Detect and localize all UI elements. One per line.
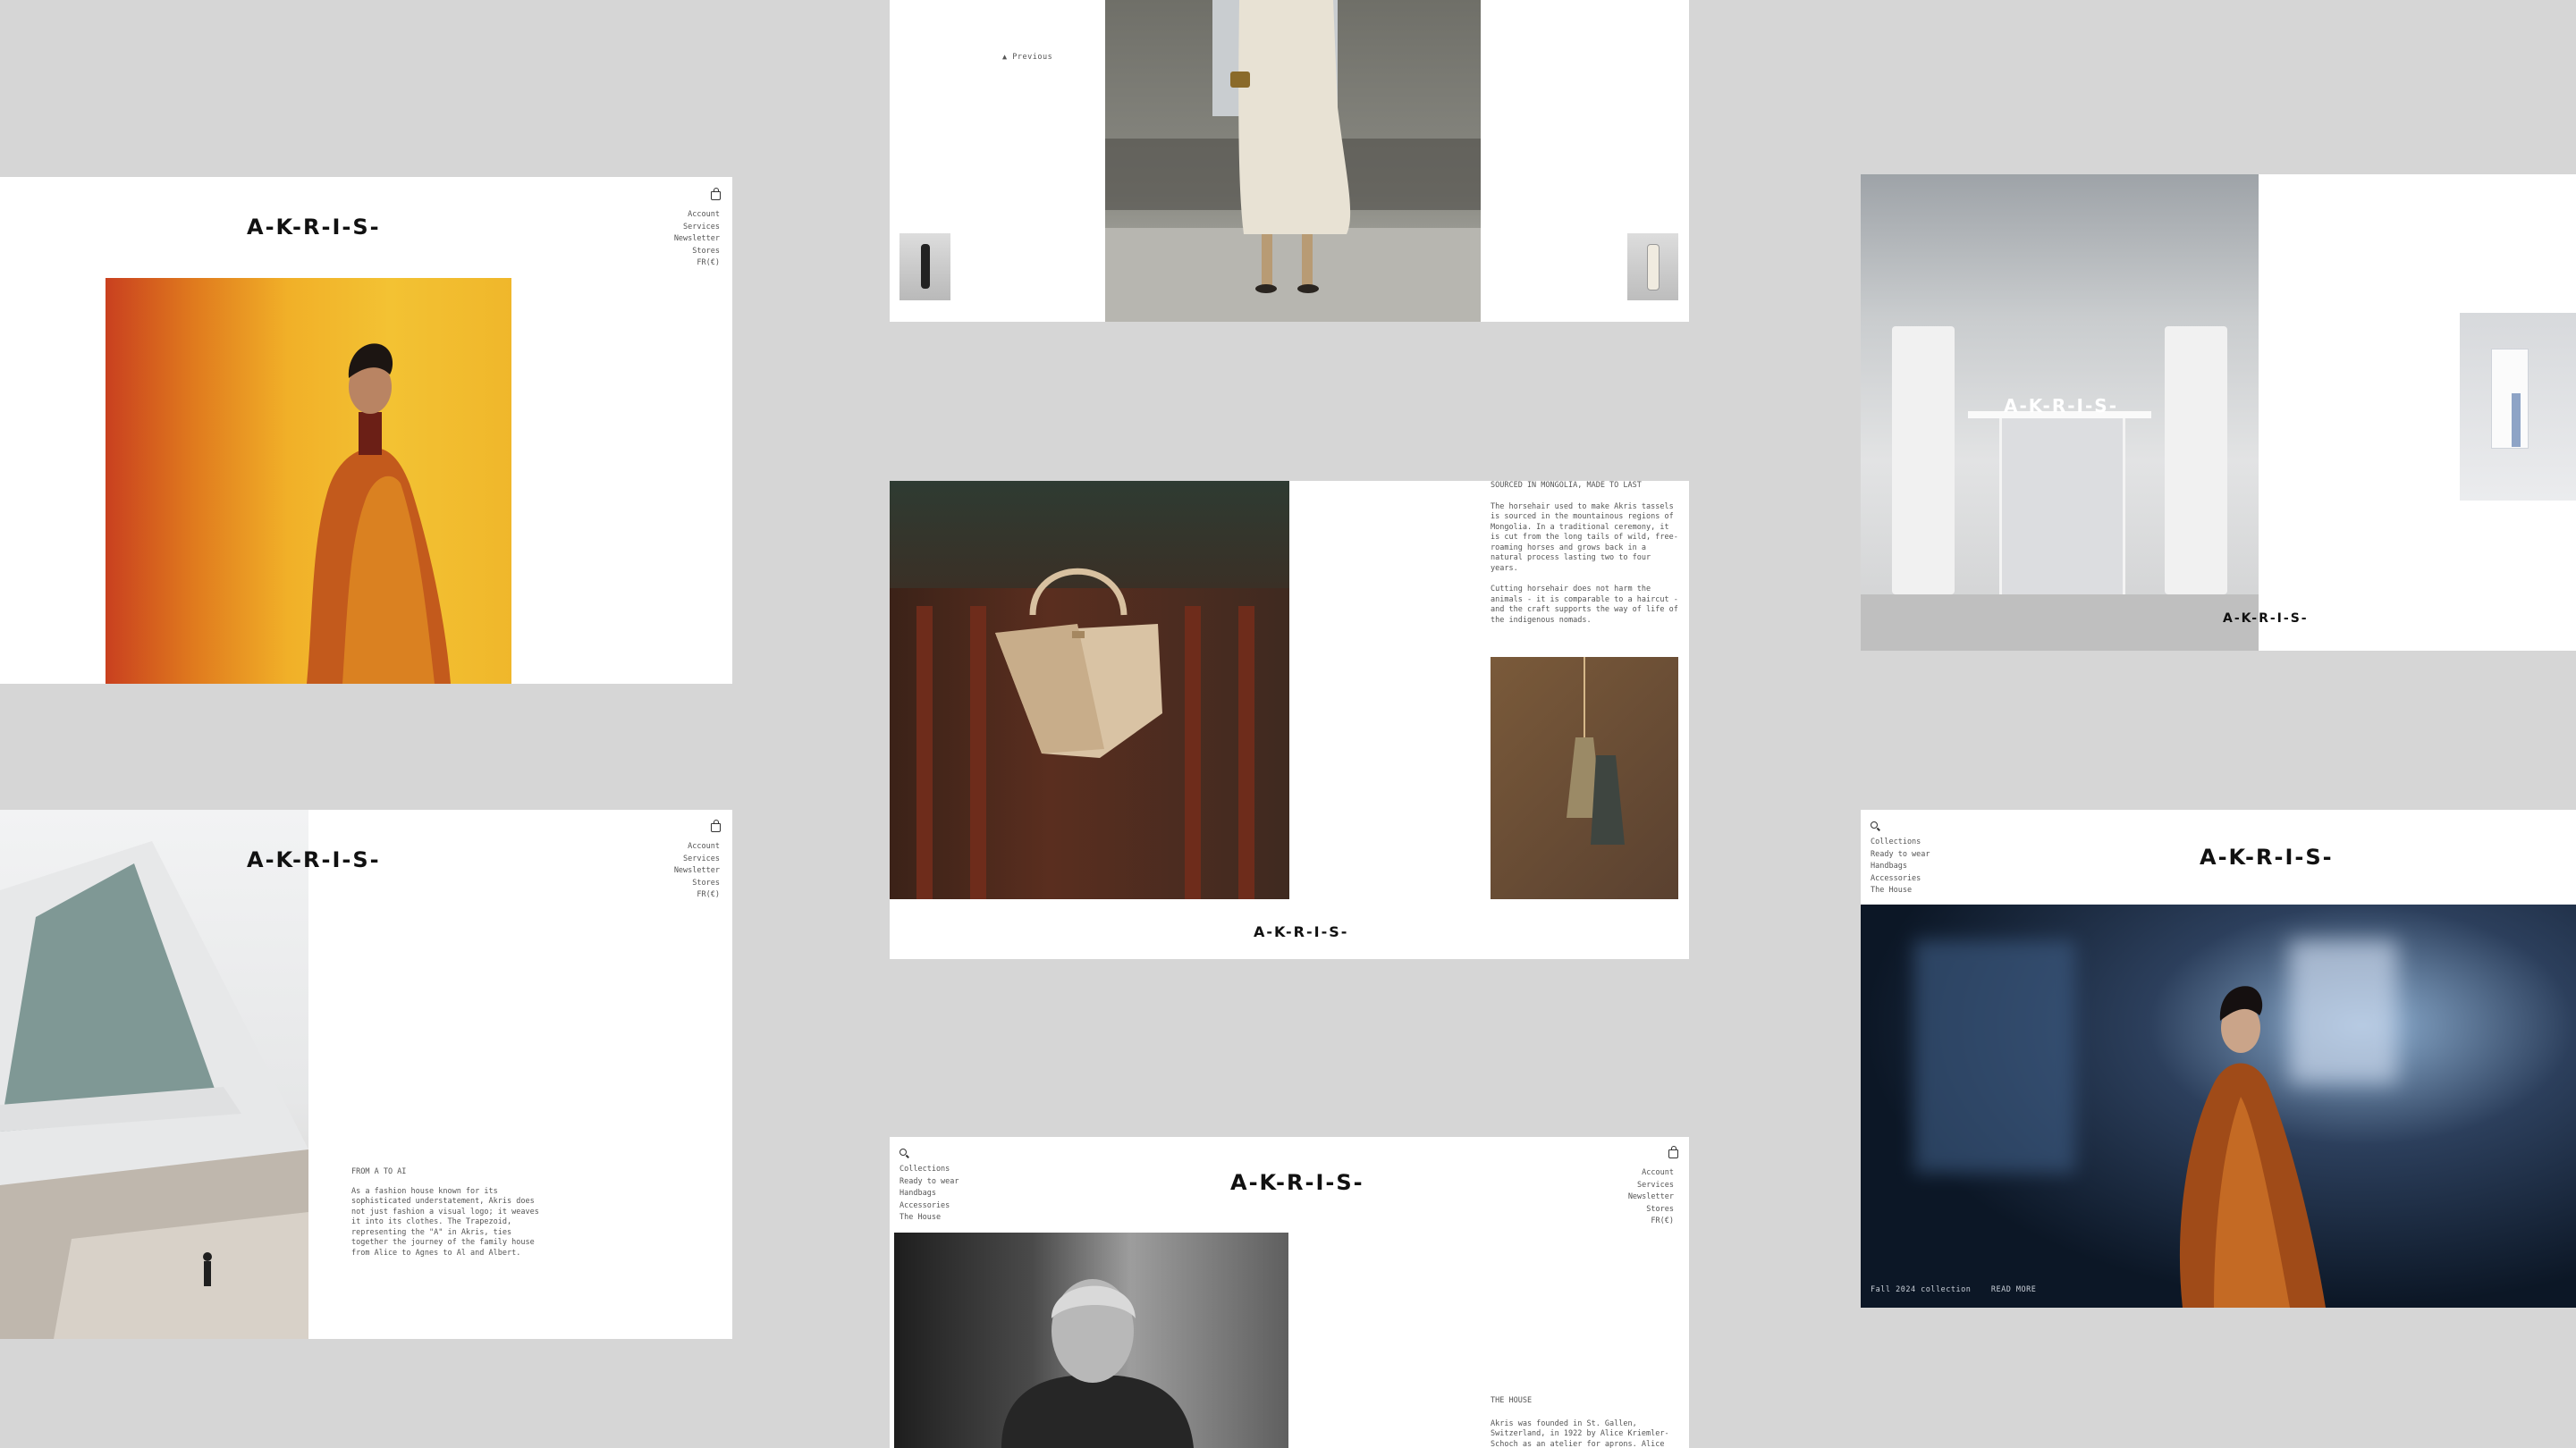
menu-services[interactable]: Services: [1616, 1180, 1674, 1192]
horsehair-paragraph-1: The horsehair used to make Akris tassels…: [1491, 501, 1678, 573]
runway-main-image[interactable]: [1105, 0, 1481, 322]
trapezoid-paragraph: As a fashion house known for its sophist…: [351, 1186, 539, 1258]
store-sign-logo: A-K-R-I-S-: [2004, 395, 2118, 417]
menu-locale[interactable]: FR(€): [662, 257, 720, 270]
house-text-block: THE HOUSE Akris was founded in St. Galle…: [1491, 1396, 1678, 1448]
runway-thumb-left[interactable]: [899, 233, 950, 300]
main-menu: Collections Ready to wear Handbags Acces…: [899, 1164, 959, 1225]
menu-stores[interactable]: Stores: [662, 246, 720, 258]
search-icon[interactable]: [899, 1149, 907, 1156]
founder-portrait-image[interactable]: [894, 1233, 1288, 1448]
architecture-image[interactable]: [0, 810, 308, 1339]
search-icon[interactable]: [1871, 821, 1878, 829]
akris-logo[interactable]: A-K-R-I-S-: [1230, 1170, 1364, 1195]
tassel-illustration: [1567, 657, 1625, 845]
account-menu: Account Services Newsletter Stores FR(€): [1616, 1167, 1674, 1228]
akris-logo[interactable]: A-K-R-I-S-: [247, 847, 381, 872]
menu-accessories[interactable]: Accessories: [1871, 873, 1930, 886]
store-front-image[interactable]: A-K-R-I-S-: [1861, 174, 2259, 651]
campaign-image[interactable]: Fall 2024 collection READ MORE: [1861, 905, 2576, 1308]
menu-ready-to-wear[interactable]: Ready to wear: [899, 1176, 959, 1189]
menu-services[interactable]: Services: [662, 222, 720, 234]
tassel-image[interactable]: [1491, 657, 1678, 899]
menu-collections[interactable]: Collections: [899, 1164, 959, 1176]
menu-locale[interactable]: FR(€): [1616, 1216, 1674, 1228]
menu-account[interactable]: Account: [662, 841, 720, 854]
yellow-portrait-image[interactable]: [106, 278, 511, 684]
akris-logo[interactable]: A-K-R-I-S-: [2200, 845, 2334, 870]
shopping-bag-icon[interactable]: [711, 188, 721, 200]
panel-handbag: SOURCED IN MONGOLIA, MADE TO LAST The ho…: [890, 481, 1689, 959]
menu-handbags[interactable]: Handbags: [1871, 861, 1930, 873]
handbag-illustration: [995, 568, 1162, 758]
house-title: THE HOUSE: [1491, 1396, 1533, 1405]
menu-newsletter[interactable]: Newsletter: [1616, 1191, 1674, 1204]
account-menu: Account Services Newsletter Stores FR(€): [662, 841, 720, 902]
akris-logo[interactable]: A-K-R-I-S-: [247, 215, 381, 240]
menu-the-house[interactable]: The House: [899, 1212, 959, 1225]
panel-store: A-K-R-I-S- A-K-R-I-S-: [1861, 174, 2576, 651]
akris-logo[interactable]: A-K-R-I-S-: [1254, 923, 1348, 940]
menu-stores[interactable]: Stores: [662, 878, 720, 890]
shopping-bag-icon[interactable]: [711, 820, 721, 832]
panel-runway: ▲ Previous: [890, 0, 1689, 322]
menu-the-house[interactable]: The House: [1871, 885, 1930, 897]
menu-newsletter[interactable]: Newsletter: [662, 233, 720, 246]
panel-campaign: Collections Ready to wear Handbags Acces…: [1861, 810, 2576, 1308]
runway-model: [1230, 0, 1351, 293]
akris-logo[interactable]: A-K-R-I-S-: [2223, 611, 2309, 626]
menu-account[interactable]: Account: [662, 209, 720, 222]
founder-portrait: [1001, 1279, 1194, 1448]
menu-collections[interactable]: Collections: [1871, 837, 1930, 849]
menu-account[interactable]: Account: [1616, 1167, 1674, 1180]
trapezoid-text-block: FROM A TO AI As a fashion house known fo…: [351, 1167, 548, 1259]
runway-thumb-right[interactable]: [1627, 233, 1678, 300]
menu-stores[interactable]: Stores: [1616, 1204, 1674, 1216]
trapezoid-title: FROM A TO AI: [351, 1167, 407, 1176]
panel-trapezoid: A-K-R-I-S- Account Services Newsletter S…: [0, 810, 732, 1339]
shopping-bag-icon[interactable]: [1668, 1146, 1678, 1158]
horsehair-text-block: SOURCED IN MONGOLIA, MADE TO LAST The ho…: [1491, 481, 1678, 626]
menu-accessories[interactable]: Accessories: [899, 1200, 959, 1213]
menu-locale[interactable]: FR(€): [662, 889, 720, 902]
main-menu: Collections Ready to wear Handbags Acces…: [1871, 837, 1930, 897]
campaign-caption: Fall 2024 collection READ MORE: [1871, 1285, 2037, 1294]
store-interior-image[interactable]: [2460, 313, 2576, 501]
read-more-link[interactable]: READ MORE: [1991, 1285, 2037, 1294]
trapezoid-building: [0, 841, 308, 1339]
panel-home-yellow: A-K-R-I-S- Account Services Newsletter S…: [0, 177, 732, 684]
menu-newsletter[interactable]: Newsletter: [662, 865, 720, 878]
model-silhouette: [307, 343, 451, 684]
horsehair-title: SOURCED IN MONGOLIA, MADE TO LAST: [1491, 481, 1642, 490]
account-menu: Account Services Newsletter Stores FR(€): [662, 209, 720, 270]
house-paragraph: Akris was founded in St. Gallen, Switzer…: [1491, 1419, 1669, 1448]
menu-services[interactable]: Services: [662, 854, 720, 866]
cursor-icon: ▲: [1002, 53, 1008, 62]
horsehair-paragraph-2: Cutting horsehair does not harm the anim…: [1491, 585, 1678, 625]
panel-house: Collections Ready to wear Handbags Acces…: [890, 1137, 1689, 1448]
menu-handbags[interactable]: Handbags: [899, 1188, 959, 1200]
previous-link[interactable]: ▲ Previous: [1002, 53, 1052, 62]
menu-ready-to-wear[interactable]: Ready to wear: [1871, 849, 1930, 862]
campaign-model: [2179, 986, 2326, 1308]
handbag-image[interactable]: [890, 481, 1289, 899]
